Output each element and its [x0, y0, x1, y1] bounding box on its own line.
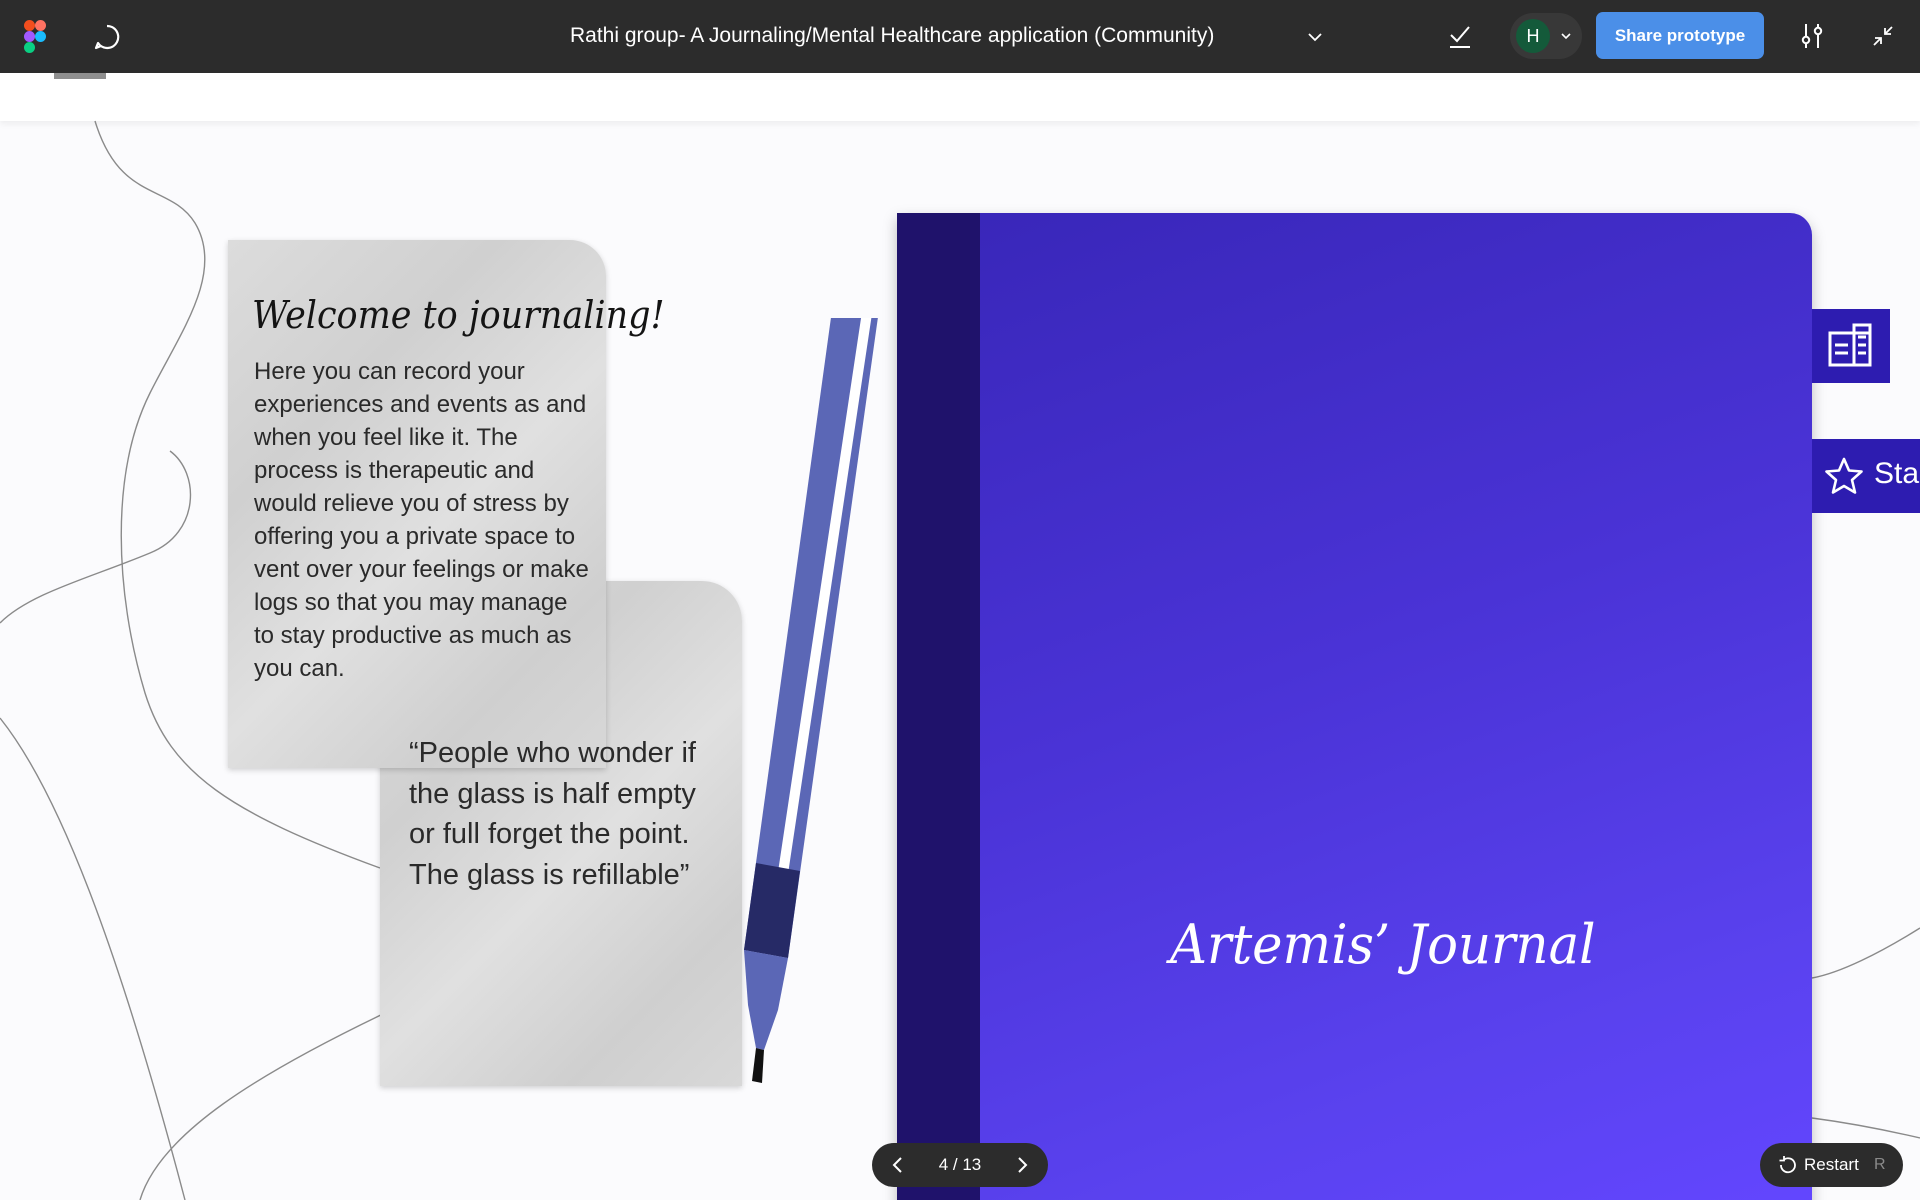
pen-illustration [744, 318, 878, 1083]
starred-tab[interactable]: Star [1812, 439, 1920, 513]
welcome-body-text: Here you can record your experiences and… [254, 358, 589, 682]
star-icon [1825, 457, 1863, 494]
chevron-down-icon[interactable] [1306, 28, 1324, 46]
figma-toolbar: Rathi group- A Journaling/Mental Healthc… [0, 0, 1920, 73]
page-counter: 4 / 13 [938, 1155, 982, 1174]
dashboard-tab[interactable] [1812, 309, 1890, 383]
checkmark-icon[interactable] [1446, 22, 1474, 50]
welcome-title: Welcome to journaling! [252, 293, 665, 337]
share-prototype-button[interactable]: Share prototype [1596, 12, 1764, 59]
starred-tab-label: Star [1874, 457, 1920, 490]
chevron-down-icon [1561, 33, 1571, 40]
journal-title: Artemis’ Journal [1170, 913, 1596, 976]
chevron-left-icon[interactable] [888, 1155, 908, 1175]
collapse-icon[interactable] [1870, 23, 1896, 49]
prototype-canvas: Welcome to journaling! Here you can reco… [0, 73, 1920, 1200]
comment-icon[interactable] [92, 22, 122, 52]
restart-shortcut: R [1874, 1156, 1886, 1173]
restart-label: Restart [1804, 1155, 1859, 1174]
journal-cover[interactable] [897, 213, 1812, 1200]
figma-logo-icon[interactable] [24, 20, 46, 54]
frame-pager: 4 / 13 [872, 1143, 1048, 1187]
quote-text: “People who wonder if the glass is half … [409, 737, 696, 891]
journal-spine [897, 213, 980, 1200]
restart-button[interactable]: Restart R [1760, 1143, 1903, 1187]
user-menu[interactable]: H [1510, 13, 1582, 59]
avatar: H [1516, 19, 1550, 53]
settings-sliders-icon[interactable] [1797, 21, 1827, 51]
dashboard-icon [1828, 323, 1872, 367]
chevron-right-icon[interactable] [1012, 1155, 1032, 1175]
restart-icon [1779, 1156, 1796, 1174]
file-title[interactable]: Rathi group- A Journaling/Mental Healthc… [570, 20, 1214, 52]
